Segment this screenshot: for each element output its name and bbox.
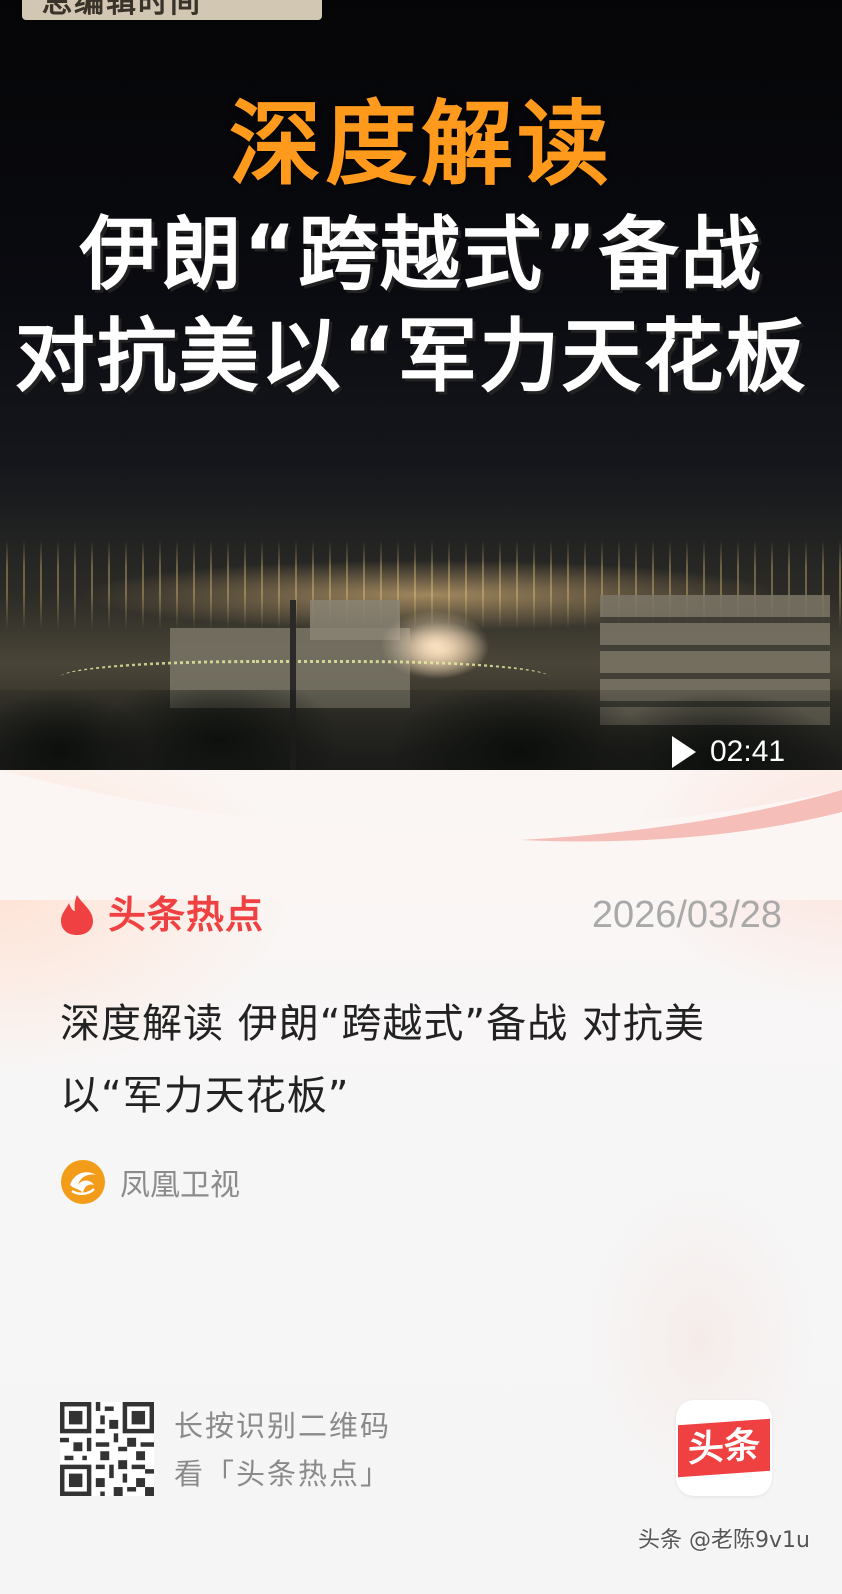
app-logo-text: 头条 [678,1418,770,1478]
play-icon[interactable] [672,736,696,768]
video-headline-line1: 深度解读 [228,91,613,198]
video-headline-line3: 对抗美以“军力天花板 [14,310,808,403]
video-duration[interactable]: 02:41 [672,732,785,772]
flame-icon [61,895,93,935]
brand-name: 头条热点 [108,893,265,937]
source-name: 凤凰卫视 [120,1168,240,1203]
video-thumbnail[interactable]: 总编辑时间 深度解读 伊朗“跨越式”备战 对抗美以“军力天花板 02:41 [0,0,842,850]
duration-label: 02:41 [710,735,786,768]
publish-date: 2026/03/28 [591,894,782,936]
article-title[interactable]: 深度解读 伊朗“跨越式”备战 对抗美以“军力天花板” [60,988,770,1132]
watermark: 头条 @老陈9v1u [638,1528,810,1553]
video-headline-line2: 伊朗“跨越式”备战 [79,208,763,301]
toutiao-app-logo[interactable]: 头条 [676,1400,772,1496]
phoenix-icon [61,1160,105,1204]
qr-caption-line1: 长按识别二维码 [174,1409,392,1443]
qr-caption-line2: 看「头条热点」 [174,1457,392,1491]
brand-row[interactable]: 头条热点 2026/03/28 [60,890,782,940]
qr-caption: 长按识别二维码 看「头条热点」 [174,1402,391,1498]
source-row[interactable]: 凤凰卫视 [60,1158,240,1206]
video-corner-tag: 总编辑时间 [22,0,322,20]
qr-code[interactable] [60,1402,154,1496]
